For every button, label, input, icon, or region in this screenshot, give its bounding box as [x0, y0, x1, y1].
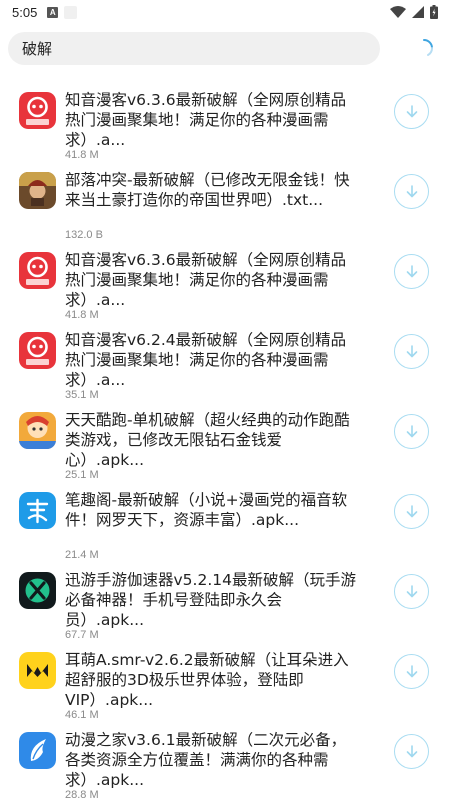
- item-title: 耳萌A.smr-v2.6.2最新破解（让耳朵进入超舒服的3D极乐世界体验，登陆即…: [65, 651, 349, 709]
- clash-of-clans-icon: [19, 172, 56, 209]
- search-query: 破解: [22, 40, 53, 58]
- wifi-icon: [390, 6, 406, 18]
- item-title: 迅游手游伽速器v5.2.14最新破解（玩手游必备神器！手机号登陆即永久会员）.a…: [65, 571, 356, 629]
- item-size: 41.8 M: [65, 149, 99, 161]
- list-item[interactable]: 笔趣阁-最新破解（小说+漫画党的福音软件！网罗天下，资源丰富）.apk... 2…: [0, 491, 450, 572]
- ermeng-icon: [19, 652, 56, 689]
- download-icon: [406, 664, 417, 677]
- item-title: 动漫之家v3.6.1最新破解（二次元必备，各类资源全方位覆盖！满满你的各种需求）…: [65, 731, 347, 789]
- download-button[interactable]: [394, 254, 429, 289]
- download-icon: [406, 184, 417, 197]
- download-button[interactable]: [394, 494, 429, 529]
- list-item[interactable]: 知音漫客v6.3.6最新破解（全网原创精品热门漫画聚集地！满足你的各种漫画需求）…: [0, 251, 450, 332]
- download-icon: [406, 504, 417, 517]
- list-item[interactable]: 耳萌A.smr-v2.6.2最新破解（让耳朵进入超舒服的3D极乐世界体验，登陆即…: [0, 651, 450, 732]
- zhiyin-manke-icon: [19, 92, 56, 129]
- a-notification-icon: A: [47, 6, 59, 18]
- item-size: 132.0 B: [65, 229, 103, 241]
- download-button[interactable]: [394, 334, 429, 369]
- item-size: 28.8 M: [65, 789, 99, 800]
- status-time: 5:05: [12, 4, 38, 20]
- search-input[interactable]: 破解: [8, 32, 380, 65]
- item-title: 天天酷跑-单机破解（超火经典的动作跑酷类游戏，已修改无限钻石金钱爱心）.apk.…: [65, 411, 350, 469]
- status-right: [390, 5, 438, 19]
- list-item[interactable]: 知音漫客v6.3.6最新破解（全网原创精品热门漫画聚集地！满足你的各种漫画需求）…: [0, 91, 450, 172]
- download-button[interactable]: [394, 414, 429, 449]
- list-item[interactable]: 迅游手游伽速器v5.2.14最新破解（玩手游必备神器！手机号登陆即永久会员）.a…: [0, 571, 450, 652]
- tiantian-kupao-icon: [19, 412, 56, 449]
- item-size: 46.1 M: [65, 709, 99, 721]
- list-item[interactable]: 部落冲突-最新破解（已修改无限金钱！快来当土豪打造你的帝国世界吧）.txt...…: [0, 171, 450, 252]
- list-item[interactable]: 知音漫客v6.2.4最新破解（全网原创精品热门漫画聚集地！满足你的各种漫画需求）…: [0, 331, 450, 412]
- download-button[interactable]: [394, 174, 429, 209]
- battery-icon: [430, 5, 438, 19]
- download-button[interactable]: [394, 654, 429, 689]
- xunyou-icon: [19, 572, 56, 609]
- download-icon: [406, 424, 417, 437]
- download-icon: [406, 584, 417, 597]
- item-title: 知音漫客v6.3.6最新破解（全网原创精品热门漫画聚集地！满足你的各种漫画需求）…: [65, 251, 347, 309]
- item-title: 知音漫客v6.2.4最新破解（全网原创精品热门漫画聚集地！满足你的各种漫画需求）…: [65, 331, 347, 389]
- item-title: 部落冲突-最新破解（已修改无限金钱！快来当土豪打造你的帝国世界吧）.txt...: [65, 171, 350, 209]
- loading-spinner-icon: [423, 39, 434, 56]
- dongman-zhijia-icon: [19, 732, 56, 769]
- item-size: 41.8 M: [65, 309, 99, 321]
- notification-icon: [64, 5, 78, 19]
- list-item[interactable]: 天天酷跑-单机破解（超火经典的动作跑酷类游戏，已修改无限钻石金钱爱心）.apk.…: [0, 411, 450, 492]
- zhiyin-manke-icon: [19, 332, 56, 369]
- signal-icon: [412, 6, 424, 18]
- download-icon: [406, 104, 417, 117]
- download-icon: [406, 264, 417, 277]
- item-title: 知音漫客v6.3.6最新破解（全网原创精品热门漫画聚集地！满足你的各种漫画需求）…: [65, 91, 347, 149]
- item-size: 35.1 M: [65, 389, 99, 401]
- status-bar: 5:05 A: [0, 0, 450, 24]
- download-button[interactable]: [394, 94, 429, 129]
- download-button[interactable]: [394, 734, 429, 769]
- download-button[interactable]: [394, 574, 429, 609]
- item-size: 21.4 M: [65, 549, 99, 561]
- zhiyin-manke-icon: [19, 252, 56, 289]
- download-icon: [406, 344, 417, 357]
- list-item[interactable]: 动漫之家v3.6.1最新破解（二次元必备，各类资源全方位覆盖！满满你的各种需求）…: [0, 731, 450, 800]
- item-title: 笔趣阁-最新破解（小说+漫画党的福音软件！网罗天下，资源丰富）.apk...: [65, 491, 348, 529]
- download-icon: [406, 744, 417, 757]
- result-list: 知音漫客v6.3.6最新破解（全网原创精品热门漫画聚集地！满足你的各种漫画需求）…: [0, 91, 450, 800]
- item-size: 25.1 M: [65, 469, 99, 481]
- item-size: 67.7 M: [65, 629, 99, 641]
- biquge-icon: [19, 492, 56, 529]
